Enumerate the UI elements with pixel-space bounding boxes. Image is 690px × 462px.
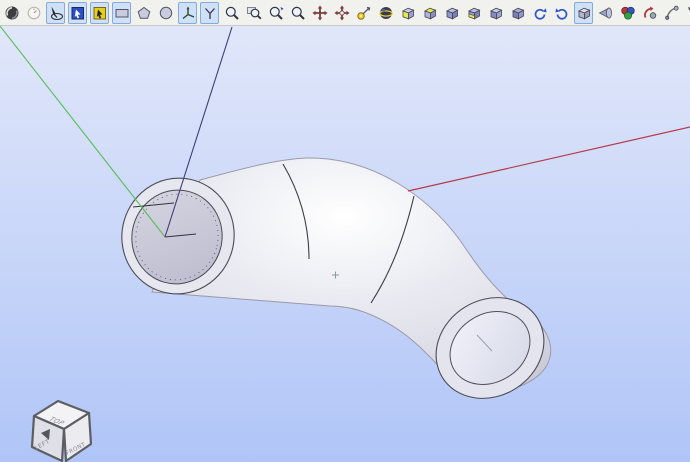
pan-icon-glyph [312,5,328,21]
circle-tool-icon[interactable] [156,2,175,24]
shaded-view-icon[interactable] [574,2,593,24]
redo-icon-glyph [554,5,570,21]
select-crossing-icon-glyph [92,5,108,21]
smooth-shading-icon-glyph [598,5,614,21]
view-back-icon-glyph [488,5,504,21]
view-front-icon[interactable] [398,2,417,24]
materials-icon[interactable] [618,2,637,24]
dimension-tool-icon[interactable] [662,2,681,24]
measure-tool-icon-glyph [642,5,658,21]
pan-dynamic-icon[interactable] [332,2,351,24]
view-back-icon[interactable] [486,2,505,24]
view-top-icon-glyph [422,5,438,21]
view-front-icon-glyph [400,5,416,21]
viewport-3d[interactable]: TOP LEFT FRONT [0,26,690,462]
view-bottom-icon[interactable] [508,2,527,24]
spin-view-icon-glyph [378,5,394,21]
rectangle-tool-icon[interactable] [112,2,131,24]
polygon-tool-icon[interactable] [134,2,153,24]
pan-dynamic-icon-glyph [334,5,350,21]
select-window-icon[interactable] [68,2,87,24]
view-left-icon-glyph [444,5,460,21]
select-window-icon-glyph [70,5,86,21]
view-right-icon-glyph [466,5,482,21]
rectangle-tool-icon-glyph [114,5,130,21]
main-toolbar [0,0,690,26]
app-window: TOP LEFT FRONT [0,0,690,462]
zoom-in-icon[interactable] [222,2,241,24]
select-crossing-icon[interactable] [90,2,109,24]
lasso-select-icon[interactable] [46,2,65,24]
zoom-in-icon-glyph [224,5,240,21]
redo-icon[interactable] [552,2,571,24]
undo-icon-glyph [532,5,548,21]
materials-icon-glyph [620,5,636,21]
zoom-out-icon[interactable] [288,2,307,24]
timer-icon[interactable] [24,2,43,24]
spin-view-icon[interactable] [376,2,395,24]
axes-y-icon[interactable] [200,2,219,24]
timer-icon-glyph [26,5,42,21]
viewport-canvas[interactable]: TOP LEFT FRONT [0,26,690,462]
pan-icon[interactable] [310,2,329,24]
zoom-dynamic-icon-glyph [268,5,284,21]
measure-tool-icon[interactable] [640,2,659,24]
zoom-dynamic-icon[interactable] [266,2,285,24]
undo-icon[interactable] [530,2,549,24]
zoom-window-icon[interactable] [244,2,263,24]
orbit-view-icon[interactable] [2,2,21,24]
polygon-tool-icon-glyph [136,5,152,21]
smooth-shading-icon[interactable] [596,2,615,24]
axes-3d-icon[interactable] [178,2,197,24]
orbit-view-icon-glyph [4,5,20,21]
zoom-window-icon-glyph [246,5,262,21]
view-top-icon[interactable] [420,2,439,24]
axes-3d-icon-glyph [180,5,196,21]
axes-y-icon-glyph [202,5,218,21]
rotate-view-tool-icon-glyph [356,5,372,21]
view-left-icon[interactable] [442,2,461,24]
lasso-select-icon-glyph [48,5,64,21]
view-bottom-icon-glyph [510,5,526,21]
move-copy-tool-icon-glyph [686,5,690,21]
view-right-icon[interactable] [464,2,483,24]
circle-tool-icon-glyph [158,5,174,21]
zoom-out-icon-glyph [290,5,306,21]
move-copy-tool-icon[interactable] [684,2,690,24]
rotate-view-tool-icon[interactable] [354,2,373,24]
shaded-view-icon-glyph [576,5,592,21]
dimension-tool-icon-glyph [664,5,680,21]
